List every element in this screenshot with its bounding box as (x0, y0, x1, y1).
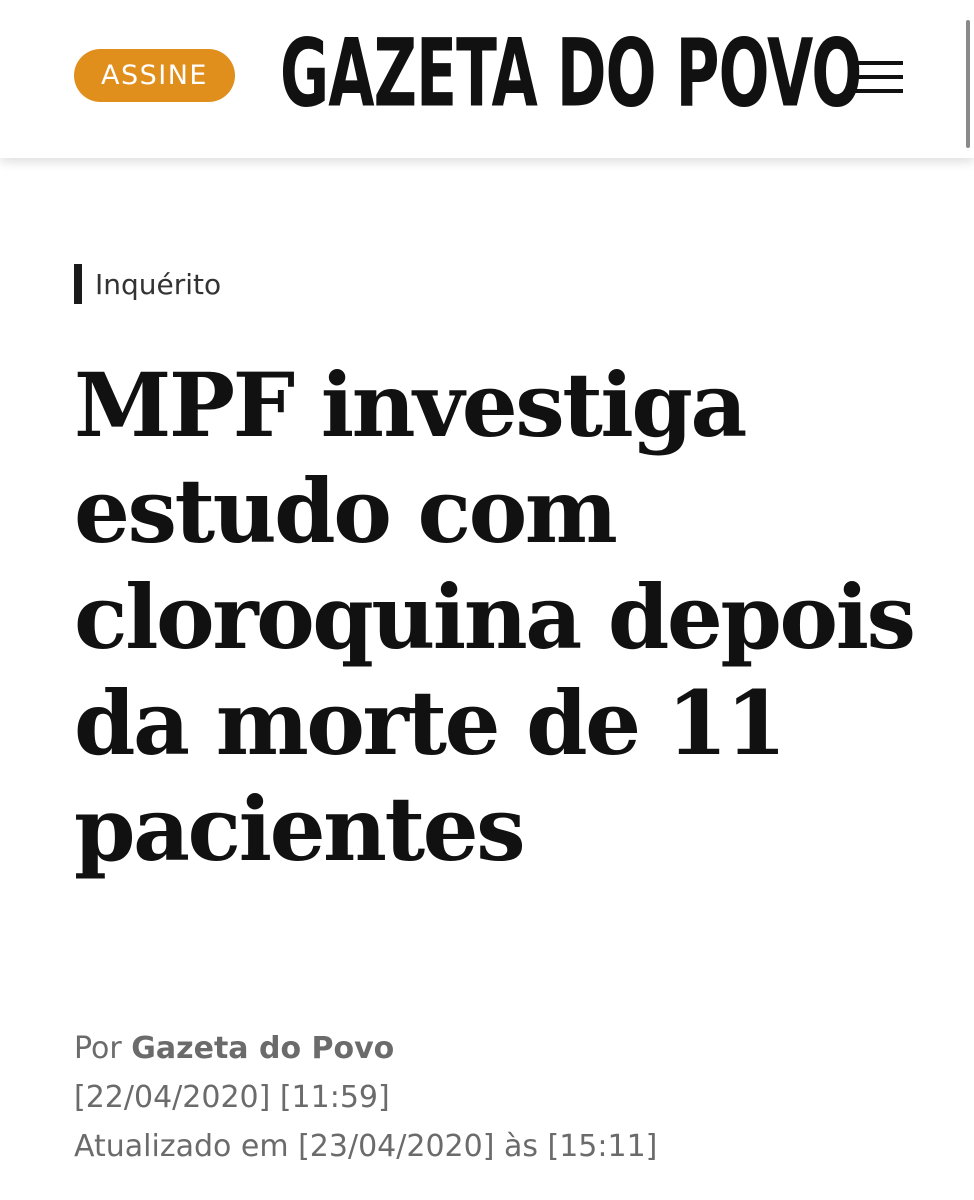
byline-prefix: Por (74, 1031, 122, 1066)
menu-line (849, 89, 903, 93)
category-label: Inquérito (95, 267, 222, 301)
category-marker (74, 264, 82, 304)
menu-line (849, 61, 903, 65)
article-byline: Por Gazeta do Povo [22/04/2020] [11:59] … (74, 1024, 934, 1171)
hamburger-menu-icon[interactable] (849, 59, 903, 99)
subscribe-button[interactable]: ASSINE (74, 49, 235, 102)
menu-line (849, 75, 903, 79)
site-header: ASSINE GAZETA DO POVO (0, 0, 974, 158)
logo-text: GAZETA DO POVO (280, 19, 862, 129)
published-date: [22/04/2020] [11:59] (74, 1080, 390, 1115)
scrollbar[interactable] (966, 20, 970, 148)
category-tag[interactable]: Inquérito (74, 264, 221, 304)
site-logo[interactable]: GAZETA DO POVO (280, 20, 941, 130)
updated-date: Atualizado em [23/04/2020] às [15:11] (74, 1129, 658, 1164)
author-name[interactable]: Gazeta do Povo (131, 1031, 394, 1066)
article-headline: MPF investiga estudo com cloroquina depo… (74, 353, 916, 881)
author-line: Por Gazeta do Povo (74, 1024, 934, 1073)
